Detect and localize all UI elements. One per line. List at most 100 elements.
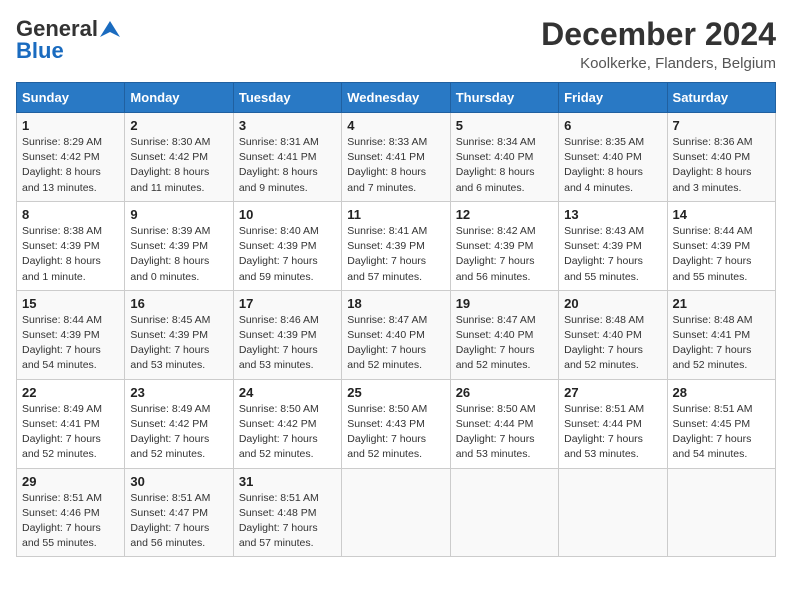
day-info: Sunrise: 8:31 AM Sunset: 4:41 PM Dayligh…	[239, 135, 336, 196]
calendar-cell: 4 Sunrise: 8:33 AM Sunset: 4:41 PM Daylig…	[342, 113, 450, 202]
day-number: 6	[564, 118, 661, 133]
day-number: 29	[22, 474, 119, 489]
calendar-cell	[342, 468, 450, 557]
day-number: 28	[673, 385, 770, 400]
title-area: December 2024 Koolkerke, Flanders, Belgi…	[541, 16, 776, 72]
day-info: Sunrise: 8:35 AM Sunset: 4:40 PM Dayligh…	[564, 135, 661, 196]
calendar-cell: 26 Sunrise: 8:50 AM Sunset: 4:44 PM Dayli…	[450, 379, 558, 468]
day-info: Sunrise: 8:47 AM Sunset: 4:40 PM Dayligh…	[347, 313, 444, 374]
day-info: Sunrise: 8:34 AM Sunset: 4:40 PM Dayligh…	[456, 135, 553, 196]
calendar-cell: 31 Sunrise: 8:51 AM Sunset: 4:48 PM Dayli…	[233, 468, 341, 557]
day-number: 15	[22, 296, 119, 311]
weekday-header-saturday: Saturday	[667, 83, 775, 113]
calendar-cell	[667, 468, 775, 557]
calendar-cell: 28Sunrise: 8:51 AM Sunset: 4:45 PM Dayli…	[667, 379, 775, 468]
logo: General Blue	[16, 16, 120, 64]
day-number: 16	[130, 296, 227, 311]
day-info: Sunrise: 8:44 AM Sunset: 4:39 PM Dayligh…	[673, 224, 770, 285]
day-info: Sunrise: 8:50 AM Sunset: 4:42 PM Dayligh…	[239, 402, 336, 463]
day-info: Sunrise: 8:48 AM Sunset: 4:41 PM Dayligh…	[673, 313, 770, 374]
day-number: 14	[673, 207, 770, 222]
day-number: 4	[347, 118, 444, 133]
day-number: 19	[456, 296, 553, 311]
day-info: Sunrise: 8:40 AM Sunset: 4:39 PM Dayligh…	[239, 224, 336, 285]
calendar-cell: 25 Sunrise: 8:50 AM Sunset: 4:43 PM Dayli…	[342, 379, 450, 468]
day-info: Sunrise: 8:44 AM Sunset: 4:39 PM Dayligh…	[22, 313, 119, 374]
day-number: 5	[456, 118, 553, 133]
day-info: Sunrise: 8:51 AM Sunset: 4:46 PM Dayligh…	[22, 491, 119, 552]
day-info: Sunrise: 8:39 AM Sunset: 4:39 PM Dayligh…	[130, 224, 227, 285]
day-number: 7	[673, 118, 770, 133]
weekday-header-sunday: Sunday	[17, 83, 125, 113]
day-info: Sunrise: 8:47 AM Sunset: 4:40 PM Dayligh…	[456, 313, 553, 374]
day-info: Sunrise: 8:49 AM Sunset: 4:41 PM Dayligh…	[22, 402, 119, 463]
calendar-cell: 9 Sunrise: 8:39 AM Sunset: 4:39 PM Daylig…	[125, 201, 233, 290]
day-info: Sunrise: 8:30 AM Sunset: 4:42 PM Dayligh…	[130, 135, 227, 196]
day-info: Sunrise: 8:33 AM Sunset: 4:41 PM Dayligh…	[347, 135, 444, 196]
calendar-cell: 19 Sunrise: 8:47 AM Sunset: 4:40 PM Dayli…	[450, 290, 558, 379]
day-number: 21	[673, 296, 770, 311]
calendar-cell: 16 Sunrise: 8:45 AM Sunset: 4:39 PM Dayli…	[125, 290, 233, 379]
day-number: 2	[130, 118, 227, 133]
calendar-cell: 14 Sunrise: 8:44 AM Sunset: 4:39 PM Dayli…	[667, 201, 775, 290]
day-info: Sunrise: 8:49 AM Sunset: 4:42 PM Dayligh…	[130, 402, 227, 463]
calendar-cell: 12 Sunrise: 8:42 AM Sunset: 4:39 PM Dayli…	[450, 201, 558, 290]
day-number: 8	[22, 207, 119, 222]
calendar-cell: 7 Sunrise: 8:36 AM Sunset: 4:40 PM Daylig…	[667, 113, 775, 202]
day-number: 23	[130, 385, 227, 400]
day-number: 31	[239, 474, 336, 489]
day-info: Sunrise: 8:42 AM Sunset: 4:39 PM Dayligh…	[456, 224, 553, 285]
day-number: 9	[130, 207, 227, 222]
day-info: Sunrise: 8:48 AM Sunset: 4:40 PM Dayligh…	[564, 313, 661, 374]
weekday-header-monday: Monday	[125, 83, 233, 113]
day-number: 17	[239, 296, 336, 311]
day-info: Sunrise: 8:51 AM Sunset: 4:47 PM Dayligh…	[130, 491, 227, 552]
day-number: 13	[564, 207, 661, 222]
calendar-cell: 2 Sunrise: 8:30 AM Sunset: 4:42 PM Daylig…	[125, 113, 233, 202]
day-info: Sunrise: 8:45 AM Sunset: 4:39 PM Dayligh…	[130, 313, 227, 374]
calendar-cell: 11 Sunrise: 8:41 AM Sunset: 4:39 PM Dayli…	[342, 201, 450, 290]
day-info: Sunrise: 8:50 AM Sunset: 4:44 PM Dayligh…	[456, 402, 553, 463]
day-number: 26	[456, 385, 553, 400]
day-number: 11	[347, 207, 444, 222]
calendar-cell: 17 Sunrise: 8:46 AM Sunset: 4:39 PM Dayli…	[233, 290, 341, 379]
day-number: 12	[456, 207, 553, 222]
location: Koolkerke, Flanders, Belgium	[541, 55, 776, 72]
day-number: 27	[564, 385, 661, 400]
day-info: Sunrise: 8:46 AM Sunset: 4:39 PM Dayligh…	[239, 313, 336, 374]
day-number: 3	[239, 118, 336, 133]
calendar-week-row: 8Sunrise: 8:38 AM Sunset: 4:39 PM Daylig…	[17, 201, 776, 290]
calendar-cell: 30 Sunrise: 8:51 AM Sunset: 4:47 PM Dayli…	[125, 468, 233, 557]
day-info: Sunrise: 8:41 AM Sunset: 4:39 PM Dayligh…	[347, 224, 444, 285]
day-info: Sunrise: 8:50 AM Sunset: 4:43 PM Dayligh…	[347, 402, 444, 463]
calendar-cell: 24 Sunrise: 8:50 AM Sunset: 4:42 PM Dayli…	[233, 379, 341, 468]
calendar-cell: 29 Sunrise: 8:51 AM Sunset: 4:46 PM Dayli…	[17, 468, 125, 557]
calendar-cell: 5 Sunrise: 8:34 AM Sunset: 4:40 PM Daylig…	[450, 113, 558, 202]
calendar-week-row: 15 Sunrise: 8:44 AM Sunset: 4:39 PM Dayli…	[17, 290, 776, 379]
calendar-cell: 1Sunrise: 8:29 AM Sunset: 4:42 PM Daylig…	[17, 113, 125, 202]
calendar-week-row: 1Sunrise: 8:29 AM Sunset: 4:42 PM Daylig…	[17, 113, 776, 202]
day-number: 10	[239, 207, 336, 222]
weekday-header-tuesday: Tuesday	[233, 83, 341, 113]
day-number: 24	[239, 385, 336, 400]
day-number: 20	[564, 296, 661, 311]
calendar-cell	[559, 468, 667, 557]
calendar-cell: 10 Sunrise: 8:40 AM Sunset: 4:39 PM Dayli…	[233, 201, 341, 290]
day-number: 25	[347, 385, 444, 400]
calendar-table: SundayMondayTuesdayWednesdayThursdayFrid…	[16, 82, 776, 557]
day-number: 18	[347, 296, 444, 311]
calendar-cell: 13Sunrise: 8:43 AM Sunset: 4:39 PM Dayli…	[559, 201, 667, 290]
header: General Blue December 2024 Koolkerke, Fl…	[16, 16, 776, 72]
calendar-cell: 8Sunrise: 8:38 AM Sunset: 4:39 PM Daylig…	[17, 201, 125, 290]
weekday-header-thursday: Thursday	[450, 83, 558, 113]
day-info: Sunrise: 8:51 AM Sunset: 4:48 PM Dayligh…	[239, 491, 336, 552]
calendar-cell: 20 Sunrise: 8:48 AM Sunset: 4:40 PM Dayli…	[559, 290, 667, 379]
calendar-week-row: 29 Sunrise: 8:51 AM Sunset: 4:46 PM Dayli…	[17, 468, 776, 557]
calendar-week-row: 22Sunrise: 8:49 AM Sunset: 4:41 PM Dayli…	[17, 379, 776, 468]
day-info: Sunrise: 8:36 AM Sunset: 4:40 PM Dayligh…	[673, 135, 770, 196]
logo-blue: Blue	[16, 38, 64, 64]
calendar-cell: 15 Sunrise: 8:44 AM Sunset: 4:39 PM Dayli…	[17, 290, 125, 379]
weekday-header-row: SundayMondayTuesdayWednesdayThursdayFrid…	[17, 83, 776, 113]
calendar-cell: 3 Sunrise: 8:31 AM Sunset: 4:41 PM Daylig…	[233, 113, 341, 202]
day-number: 30	[130, 474, 227, 489]
